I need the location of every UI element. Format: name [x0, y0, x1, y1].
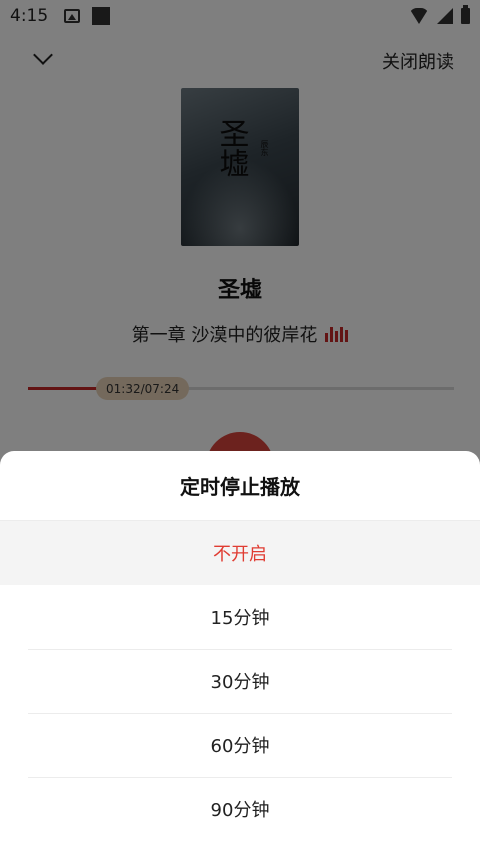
timer-sheet: 定时停止播放 不开启 15分钟 30分钟 60分钟 90分钟	[0, 451, 480, 854]
timer-option-60min[interactable]: 60分钟	[0, 713, 480, 777]
sheet-title: 定时停止播放	[0, 451, 480, 521]
timer-option-90min[interactable]: 90分钟	[0, 777, 480, 841]
timer-option-off[interactable]: 不开启	[0, 521, 480, 585]
timer-option-30min[interactable]: 30分钟	[0, 649, 480, 713]
timer-option-15min[interactable]: 15分钟	[0, 585, 480, 649]
